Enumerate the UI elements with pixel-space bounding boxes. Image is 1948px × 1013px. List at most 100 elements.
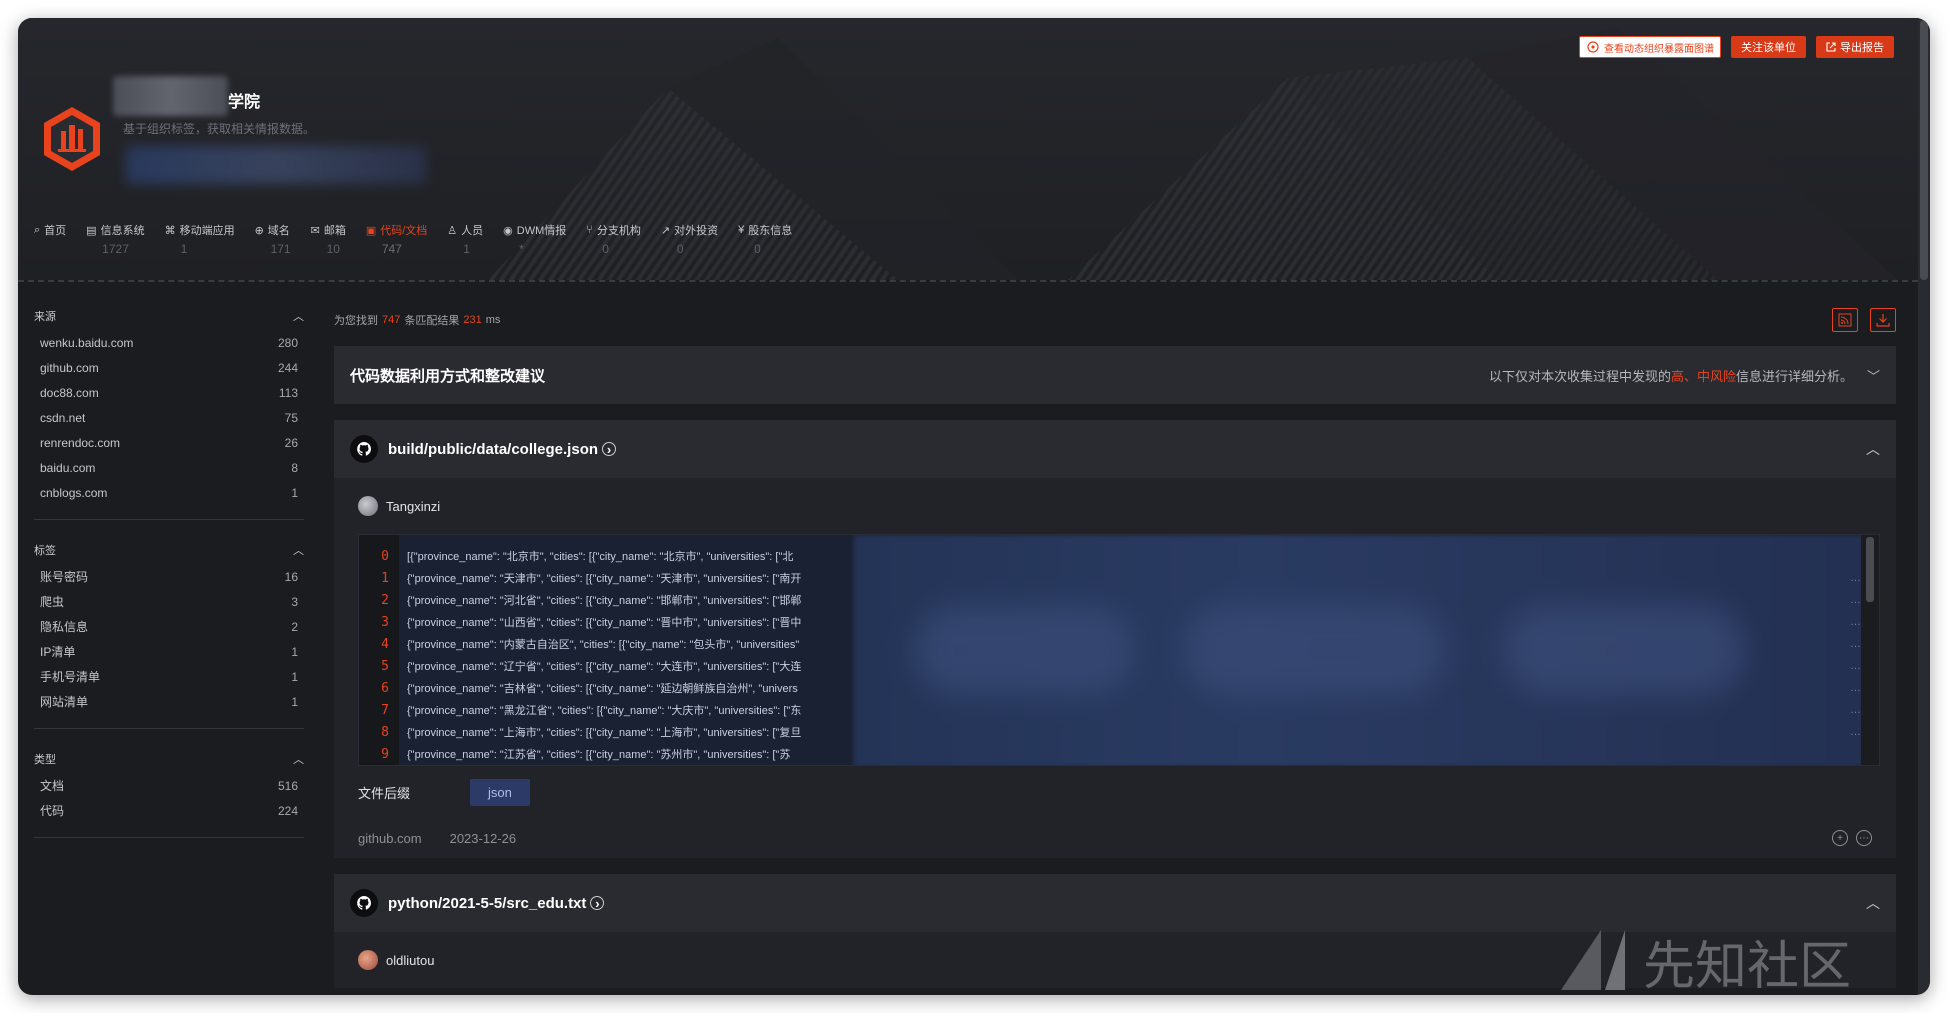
advice-note-b: 信息进行详细分析。 xyxy=(1735,368,1853,384)
list-icon: ▤ xyxy=(86,224,97,237)
list-item[interactable]: cnblogs.com 1 xyxy=(34,480,304,505)
code-scrollbar[interactable] xyxy=(1861,535,1879,765)
result-path[interactable]: python/2021-5-5/src_edu.txt xyxy=(388,895,586,912)
watermark-text: 先知社区 xyxy=(1643,937,1851,995)
list-item[interactable]: 手机号清单 1 xyxy=(34,664,304,689)
chevron-up-icon[interactable]: ︿ xyxy=(1866,893,1880,913)
page-scroll-thumb[interactable] xyxy=(1920,20,1928,280)
yen-icon: ¥ xyxy=(738,224,745,236)
list-item[interactable]: 账号密码 16 xyxy=(34,564,304,589)
chevron-up-icon[interactable]: ︿ xyxy=(293,542,304,558)
tab-label: 邮箱 xyxy=(323,225,346,237)
code-line: 3 {"province_name": "山西省", "cities": [{"c… xyxy=(359,611,1879,633)
page-scrollbar[interactable] xyxy=(1918,18,1930,995)
item-name: 网站清单 xyxy=(40,695,89,709)
list-item[interactable]: 网站清单 1 xyxy=(34,689,304,714)
ellipsis: … xyxy=(1850,660,1861,672)
code-line: 6 {"province_name": "吉林省", "cities": [{"c… xyxy=(359,677,1879,699)
tab-domains[interactable]: ⊕ 域名 171 xyxy=(254,222,291,257)
rss-icon xyxy=(1838,313,1852,327)
exposure-map-label: 查看动态组织暴露面图谱 xyxy=(1604,43,1714,55)
tab-email[interactable]: ✉ 邮箱 10 xyxy=(311,222,346,257)
item-name: wenku.baidu.com xyxy=(40,335,134,350)
chevron-up-icon[interactable]: ︿ xyxy=(1866,439,1880,459)
file-suffix-tag[interactable]: json xyxy=(470,778,530,806)
rss-button[interactable] xyxy=(1832,308,1858,332)
app-window: 学院 基于组织标签，获取相关情报数据。 查看动态组织暴露面图谱 关注该单位 导出… xyxy=(18,18,1930,995)
more-icon[interactable]: ⋯ xyxy=(1856,830,1872,846)
list-item[interactable]: 爬虫 3 xyxy=(34,589,304,614)
tab-branches[interactable]: ⑂ 分支机构 0 xyxy=(586,222,641,256)
org-name: 学院 xyxy=(228,94,261,111)
remediation-advice-panel[interactable]: 代码数据利用方式和整改建议 以下仅对本次收集过程中发现的高、中风险信息进行详细分… xyxy=(334,346,1896,404)
results-count: 747 xyxy=(382,314,401,326)
tab-investments[interactable]: ↗ 对外投资 0 xyxy=(661,222,718,257)
ellipsis: … xyxy=(1850,726,1861,738)
section-title: 来源 xyxy=(34,311,56,323)
code-line: 5 {"province_name": "辽宁省", "cities": [{"c… xyxy=(359,655,1879,677)
open-link-icon[interactable]: › xyxy=(590,896,605,911)
tab-home[interactable]: ⌕ 首页 xyxy=(34,222,66,256)
item-count: 3 xyxy=(291,594,298,609)
tab-dwm-intel[interactable]: ◉ DWM情报 * xyxy=(503,222,566,257)
chevron-down-icon[interactable]: ﹀ xyxy=(1867,366,1880,385)
item-name: 代码 xyxy=(40,804,65,818)
list-item[interactable]: csdn.net 75 xyxy=(34,405,304,430)
result-path[interactable]: build/public/data/college.json xyxy=(388,441,598,458)
author-name[interactable]: Tangxinzi xyxy=(386,499,440,514)
list-item[interactable]: renrendoc.com 26 xyxy=(34,430,304,455)
open-link-icon[interactable]: › xyxy=(602,442,617,457)
result-card-header[interactable]: build/public/data/college.json › ︿ xyxy=(334,420,1896,478)
tab-count: 0 xyxy=(676,242,684,256)
globe-icon: ⊕ xyxy=(254,224,264,237)
tab-label: 人员 xyxy=(461,225,484,237)
code-scroll-thumb[interactable] xyxy=(1866,537,1874,602)
author-name[interactable]: oldliutou xyxy=(386,953,434,968)
org-header: 学院 基于组织标签，获取相关情报数据。 查看动态组织暴露面图谱 关注该单位 导出… xyxy=(18,18,1918,280)
item-count: 224 xyxy=(277,803,298,818)
code-line: 7 {"province_name": "黑龙江省", "cities": [{"… xyxy=(359,699,1879,721)
tab-code-docs[interactable]: ▣ 代码/文档 747 xyxy=(366,222,427,257)
tab-info-systems[interactable]: ▤ 信息系统 1727 xyxy=(86,222,144,257)
item-name: csdn.net xyxy=(40,410,86,425)
results-mid: 条匹配结果 xyxy=(404,315,460,327)
line-text: {"province_name": "天津市", "cities": [{"ci… xyxy=(407,573,802,585)
download-button[interactable] xyxy=(1870,308,1896,332)
github-icon xyxy=(350,435,378,463)
result-title: python/2021-5-5/src_edu.txt › xyxy=(350,889,605,917)
follow-button[interactable]: 关注该单位 xyxy=(1731,36,1806,58)
filter-sources-header[interactable]: 来源 ︿ xyxy=(34,308,304,324)
list-item[interactable]: 文档 516 xyxy=(34,773,304,798)
eye-icon: ◉ xyxy=(503,224,513,237)
list-item[interactable]: wenku.baidu.com 280 xyxy=(34,330,304,355)
list-item[interactable]: 代码 224 xyxy=(34,798,304,823)
item-name: cnblogs.com xyxy=(40,485,108,500)
list-item[interactable]: doc88.com 113 xyxy=(34,380,304,405)
exposure-map-button[interactable]: 查看动态组织暴露面图谱 xyxy=(1579,36,1721,58)
filter-types-header[interactable]: 类型 ︿ xyxy=(34,751,304,767)
export-report-button[interactable]: 导出报告 xyxy=(1816,36,1894,58)
chevron-up-icon[interactable]: ︿ xyxy=(293,751,304,767)
line-number: 8 xyxy=(381,724,389,740)
branch-icon: ⑂ xyxy=(586,224,593,236)
section-title: 标签 xyxy=(34,545,56,557)
tab-mobile-apps[interactable]: ⌘ 移动端应用 1 xyxy=(165,222,235,257)
list-item[interactable]: IP清单 1 xyxy=(34,639,304,664)
tab-people[interactable]: ♙ 人员 1 xyxy=(447,222,484,257)
add-icon[interactable]: + xyxy=(1832,830,1848,846)
code-preview: 0 [{"province_name": "北京市", "cities": [{"… xyxy=(358,534,1880,766)
ellipsis: … xyxy=(1850,572,1861,584)
filter-tags-header[interactable]: 标签 ︿ xyxy=(34,542,304,558)
tab-shareholders[interactable]: ¥ 股东信息 0 xyxy=(738,222,792,256)
list-item[interactable]: 隐私信息 2 xyxy=(34,614,304,639)
line-text: {"province_name": "河北省", "cities": [{"ci… xyxy=(407,595,802,607)
user-icon: ♙ xyxy=(447,224,458,237)
line-text: {"province_name": "黑龙江省", "cities": [{"c… xyxy=(407,705,802,717)
code-line: 0 [{"province_name": "北京市", "cities": [{"… xyxy=(359,545,1879,567)
org-info-redacted xyxy=(126,146,426,184)
list-item[interactable]: github.com 244 xyxy=(34,355,304,380)
advice-title: 代码数据利用方式和整改建议 xyxy=(350,367,546,385)
chevron-up-icon[interactable]: ︿ xyxy=(293,308,304,324)
list-item[interactable]: baidu.com 8 xyxy=(34,455,304,480)
line-number: 4 xyxy=(381,636,389,652)
